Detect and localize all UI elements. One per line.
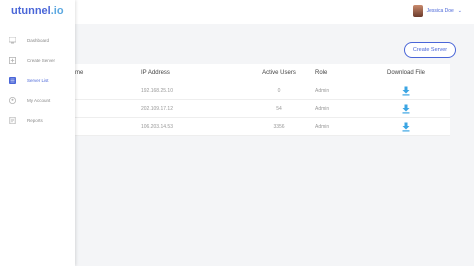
- sidebar-item-my-account[interactable]: My Account: [0, 90, 75, 110]
- active-users: 3356: [273, 123, 285, 130]
- sidebar-item-server-list[interactable]: Server List: [0, 70, 75, 90]
- column-header-download: Download File: [386, 70, 426, 76]
- download-button[interactable]: [381, 86, 431, 95]
- active-users: 54: [276, 105, 282, 112]
- download-icon[interactable]: [402, 104, 410, 113]
- download-icon[interactable]: [402, 86, 410, 95]
- sidebar: utunnel.io Dashboard Create Server Serve…: [0, 0, 75, 266]
- create-server-icon: [9, 56, 16, 64]
- sidebar-item-reports[interactable]: Reports: [0, 110, 75, 130]
- sidebar-item-label: My Account: [27, 97, 51, 103]
- sidebar-item-label: Dashboard: [27, 37, 50, 43]
- brand-logo[interactable]: utunnel.io: [11, 5, 64, 17]
- column-header-active-users[interactable]: Active Users: [229, 70, 329, 76]
- create-server-button[interactable]: Create Server: [404, 42, 456, 58]
- table-row[interactable]: 192.168.25.10 0 Admin: [75, 82, 450, 100]
- main-content: Create Server me IP Address Active Users…: [75, 24, 474, 266]
- server-list-icon: [9, 76, 16, 84]
- brand-name: utunnel: [11, 5, 51, 17]
- brand-tld: .io: [50, 5, 64, 17]
- column-header-ip[interactable]: IP Address: [141, 70, 170, 76]
- active-users: 0: [277, 87, 281, 94]
- ip-address: 192.168.25.10: [141, 87, 173, 94]
- user-name[interactable]: Jessica Doe: [427, 8, 454, 14]
- sidebar-item-label: Server List: [27, 77, 49, 83]
- download-icon[interactable]: [402, 122, 410, 131]
- user-menu[interactable]: Jessica Doe ⌄: [412, 5, 462, 17]
- ip-address: 202.109.17.12: [141, 105, 173, 112]
- sidebar-item-create-server[interactable]: Create Server: [0, 50, 75, 70]
- chevron-down-icon[interactable]: ⌄: [458, 8, 462, 14]
- column-header-role[interactable]: Role: [315, 70, 327, 76]
- account-icon: [9, 96, 16, 104]
- role: Admin: [315, 87, 330, 94]
- sidebar-item-dashboard[interactable]: Dashboard: [0, 30, 75, 50]
- sidebar-nav: Dashboard Create Server Server List My A…: [0, 30, 75, 130]
- column-header-name[interactable]: me: [75, 70, 83, 76]
- table-row[interactable]: 106.203.14.53 3356 Admin: [75, 118, 450, 136]
- table-row[interactable]: 202.109.17.12 54 Admin: [75, 100, 450, 118]
- role: Admin: [315, 123, 330, 130]
- ip-address: 106.203.14.53: [141, 123, 173, 130]
- role: Admin: [315, 105, 330, 112]
- download-button[interactable]: [381, 104, 431, 113]
- page-header: Create Server: [75, 34, 474, 59]
- reports-icon: [9, 116, 16, 124]
- download-button[interactable]: [381, 122, 431, 131]
- avatar[interactable]: [412, 5, 423, 17]
- sidebar-item-label: Reports: [27, 117, 43, 123]
- sidebar-item-label: Create Server: [27, 57, 56, 63]
- server-table: me IP Address Active Users Role Download…: [75, 64, 450, 136]
- table-header: me IP Address Active Users Role Download…: [75, 64, 450, 82]
- dashboard-icon: [9, 36, 16, 43]
